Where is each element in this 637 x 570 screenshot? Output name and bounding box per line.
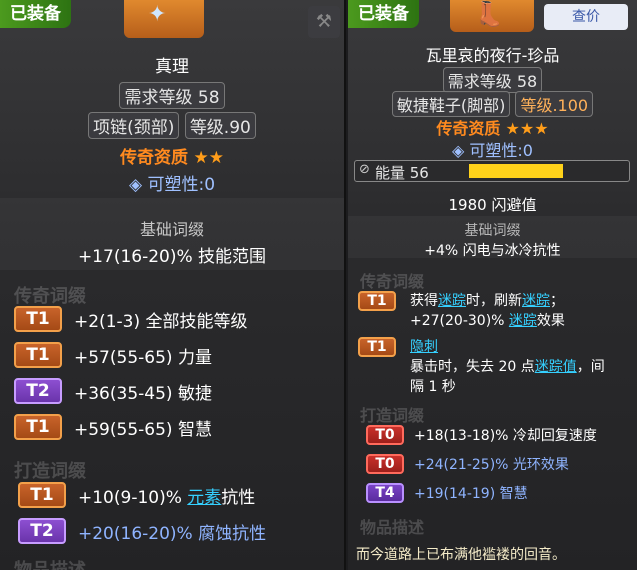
plasticity: 可塑性:0 [147, 175, 216, 195]
legend-affix-row: T1 +57(55-65) 力量 [14, 342, 212, 368]
compare-hammer-button[interactable]: ⚒ [308, 6, 340, 38]
item-slot: 项链(颈部) [88, 112, 180, 139]
tier-badge: T1 [14, 414, 62, 440]
energy-fill [469, 164, 563, 178]
forge-affix-row: T1 +10(9-10)% 元素抗性 [18, 482, 255, 508]
description-header: 物品描述 [14, 556, 86, 570]
legend-affix-row: T2 +36(35-45) 敏捷 [14, 378, 212, 404]
affix-text: +20(16-20)% 腐蚀抗性 [78, 523, 267, 544]
boots-icon: 👢 [474, 0, 504, 28]
item-name: 真理 [155, 57, 189, 77]
forge-affix-header: 打造词缀 [14, 461, 86, 482]
quality-label: 传奇资质 [120, 148, 189, 168]
item-name: 瓦里哀的夜行-珍品 [425, 46, 560, 65]
affix-text: 时，刷新 [466, 293, 522, 309]
right-item-tooltip: 已装备 👢 查价 瓦里哀的夜行-珍品 需求等级 58 敏捷鞋子(脚部) 等级.1… [348, 0, 637, 570]
legend-affix-header: 传奇词缀 [360, 272, 425, 291]
item-image: ✦ [124, 0, 204, 38]
affix-text: +10(9-10)% [78, 487, 188, 508]
tier-badge: T2 [18, 518, 66, 544]
quality-label: 传奇资质 [436, 119, 501, 138]
plasticity: 可塑性:0 [469, 141, 533, 160]
affix-text: +19(14-19) 智慧 [414, 486, 528, 502]
item-level: 等级.90 [184, 112, 256, 139]
check-price-button[interactable]: 查价 [544, 4, 628, 30]
implicit-stat: 1980 闪避值 [448, 196, 537, 214]
forge-affix-row: T4 +19(14-19) 智慧 [366, 483, 528, 503]
forge-affix-row: T2 +20(16-20)% 腐蚀抗性 [18, 518, 266, 544]
affix-text: +27(20-30)% [410, 313, 509, 329]
plasticity-icon: ◈ [128, 175, 143, 195]
tier-badge: T1 [358, 291, 396, 311]
keyword-link-evasion[interactable]: 迷踪 [509, 313, 537, 329]
tier-badge: T0 [366, 425, 404, 445]
legend-affix-header: 传奇词缀 [14, 286, 86, 307]
base-affix-header: 基础词缀 [139, 220, 204, 239]
base-affix-header: 基础词缀 [464, 223, 521, 239]
affix-text: ； [550, 293, 564, 309]
plasticity-icon: ◈ [452, 141, 465, 160]
affix-text: 获得 [410, 293, 438, 309]
quality-stars: ★★ [193, 148, 224, 168]
base-affix: +4% 闪电与冰冷抗性 [424, 243, 561, 259]
item-slot: 敏捷鞋子(脚部) [391, 91, 511, 117]
quality-stars: ★★★ [505, 119, 549, 138]
keyword-link-stealth-stab[interactable]: 隐刺 [410, 339, 438, 355]
equipped-badge: 已装备 [0, 0, 71, 28]
tier-badge: T1 [18, 482, 66, 508]
description-header: 物品描述 [360, 518, 425, 537]
tier-badge: T1 [14, 306, 62, 332]
affix-text: +57(55-65) 力量 [74, 347, 212, 368]
energy-bar: ⊘ 能量 56 [354, 160, 630, 182]
forge-affix-header: 打造词缀 [360, 406, 425, 425]
keyword-link-evasion[interactable]: 迷踪 [438, 293, 466, 309]
keyword-link-evasion[interactable]: 迷踪 [522, 293, 550, 309]
tier-badge: T2 [14, 378, 62, 404]
affix-text: ，间 [576, 359, 605, 375]
energy-label: 能量 56 [375, 164, 429, 182]
tier-badge: T0 [366, 454, 404, 474]
affix-text: 抗性 [221, 487, 256, 508]
affix-text: 效果 [536, 313, 565, 329]
affix-text: +18(13-18)% 冷却回复速度 [414, 428, 597, 444]
item-level: 等级.100 [515, 91, 594, 117]
necklace-icon: ✦ [148, 2, 167, 27]
keyword-link-evasion-value[interactable]: 迷踪值 [535, 359, 577, 375]
tier-badge: T1 [14, 342, 62, 368]
required-level: 需求等级 58 [119, 82, 225, 109]
tier-badge: T4 [366, 483, 404, 503]
legend-affix-row: T1 +59(55-65) 智慧 [14, 414, 212, 440]
affix-text: +24(21-25)% 光环效果 [414, 457, 569, 473]
energy-icon: ⊘ [359, 162, 370, 177]
left-item-tooltip: ✦ 已装备 ⚒ 真理 需求等级 58 项链(颈部) 等级.90 传奇资质 ★★ … [0, 0, 346, 570]
tier-badge: T1 [358, 337, 396, 357]
affix-text: +59(55-65) 智慧 [74, 419, 212, 440]
affix-text: +2(1-3) 全部技能等级 [74, 311, 248, 332]
affix-text: 暴击时，失去 20 点 [410, 359, 535, 375]
legend-affix-row: T1 +2(1-3) 全部技能等级 [14, 306, 248, 332]
keyword-link-element[interactable]: 元素 [187, 488, 221, 508]
affix-text: +36(35-45) 敏捷 [74, 383, 212, 404]
base-affix: +17(16-20)% 技能范围 [77, 247, 267, 267]
affix-text: 隔 1 秒 [410, 379, 456, 395]
equipped-badge: 已装备 [348, 0, 419, 28]
forge-affix-row: T0 +24(21-25)% 光环效果 [366, 454, 569, 474]
required-level: 需求等级 58 [442, 67, 543, 93]
flavor-text: 而今道路上已布满他褴褛的回音。 [356, 547, 566, 563]
item-image: 👢 [450, 0, 534, 32]
forge-affix-row: T0 +18(13-18)% 冷却回复速度 [366, 425, 597, 445]
